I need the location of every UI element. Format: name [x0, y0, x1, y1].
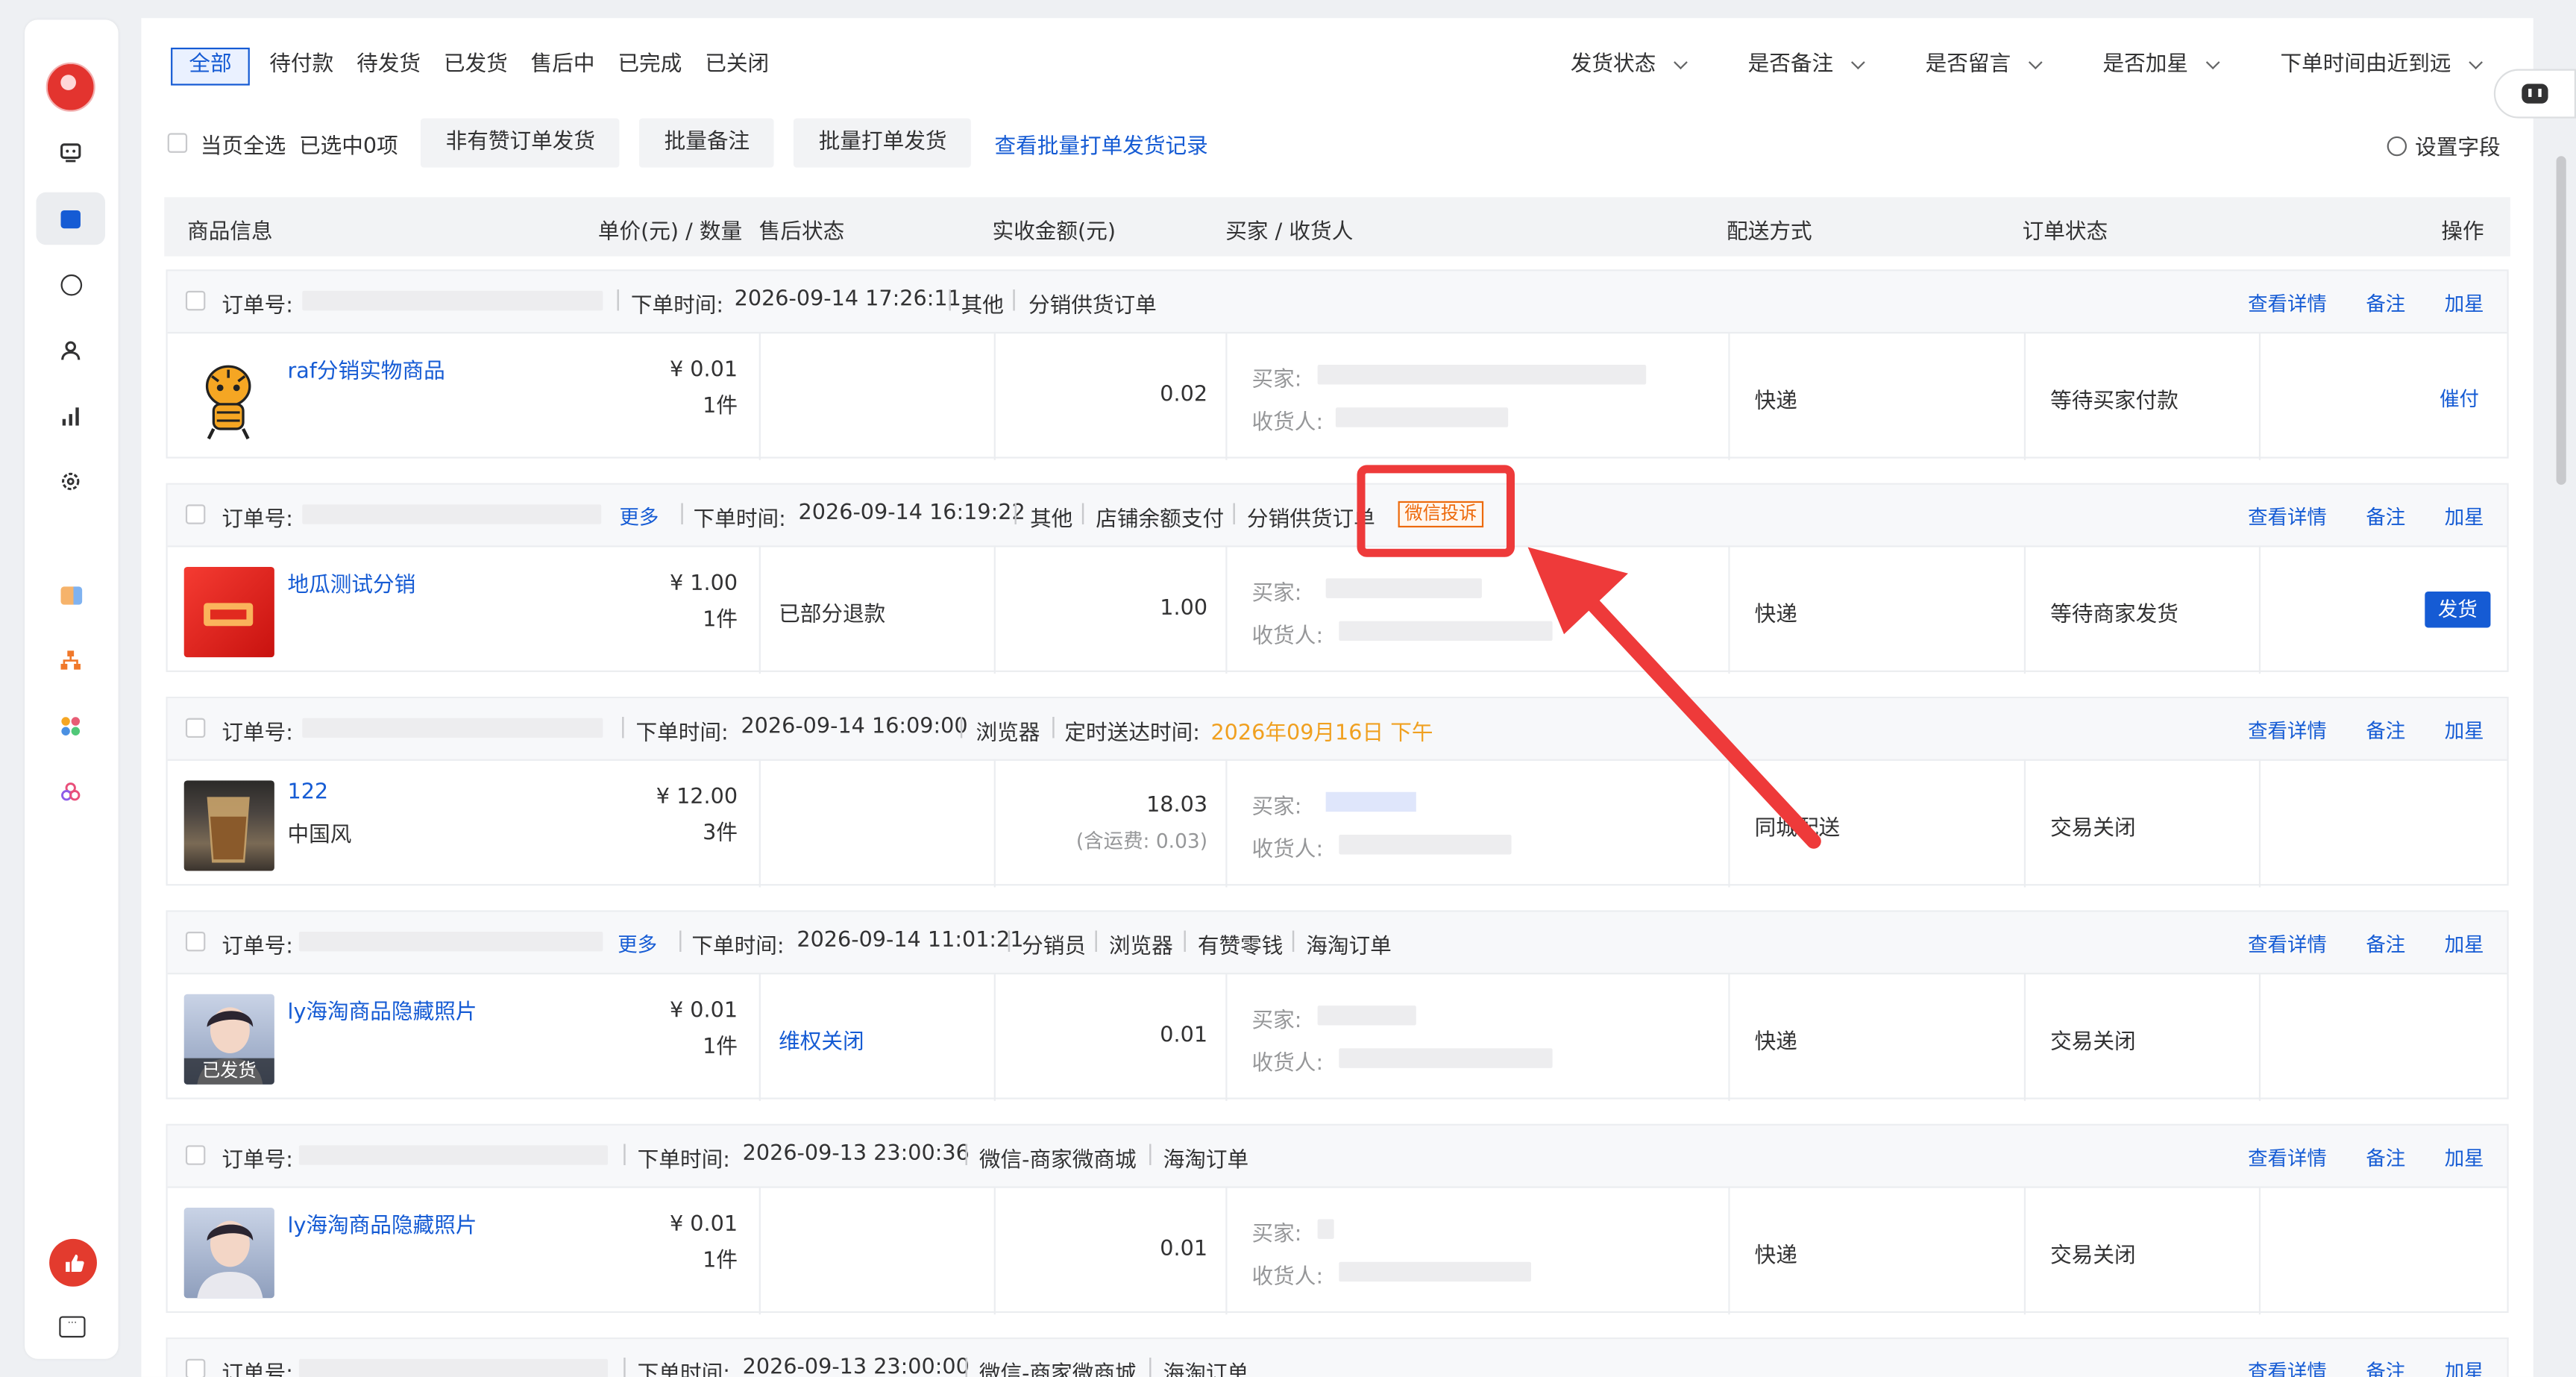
app-root: ··· 全部 待付款 待发货 已发货 售后中 已完成 已关闭 发货状态 是否备注…: [0, 0, 2576, 1377]
annotation-arrow: [1527, 547, 1821, 849]
